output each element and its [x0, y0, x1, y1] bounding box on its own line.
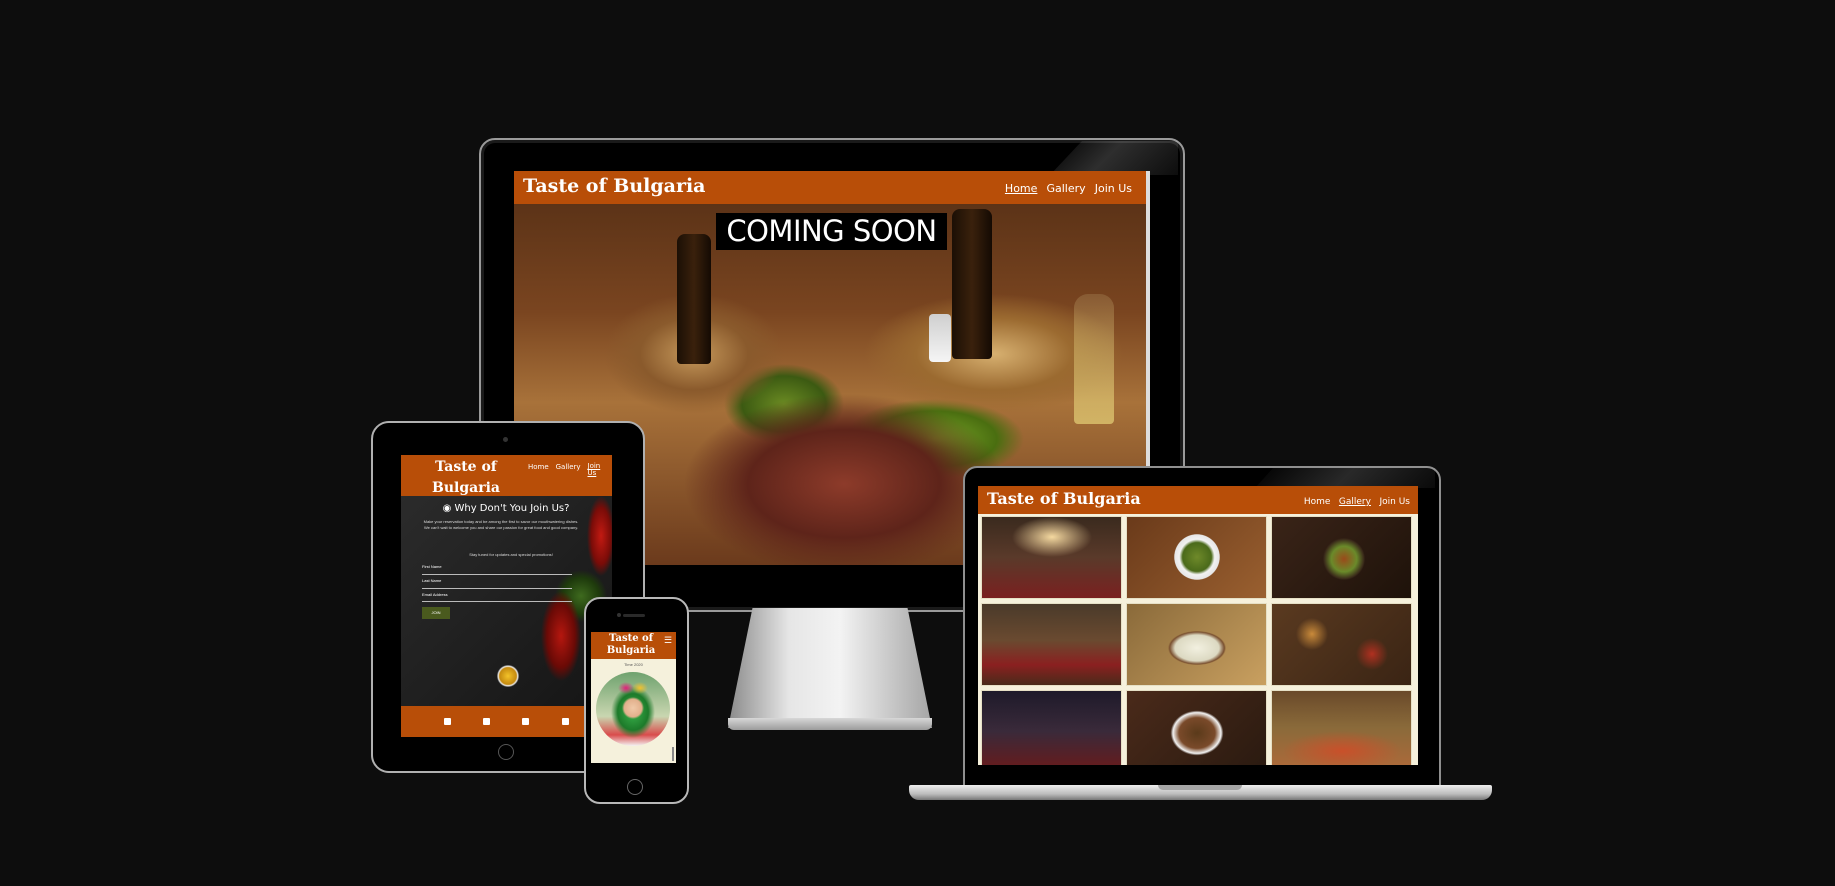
- laptop-glare: [1255, 468, 1435, 488]
- phone-brand-line2: Bulgaria: [606, 645, 656, 656]
- tablet-brand-logo[interactable]: Taste of Bulgaria: [431, 457, 501, 499]
- desktop-nav-join[interactable]: Join Us: [1095, 182, 1132, 195]
- tablet-header: Taste of Bulgaria Home Gallery Join Us: [401, 455, 612, 496]
- join-button[interactable]: JOIN: [422, 607, 450, 619]
- tablet-nav-home[interactable]: Home: [528, 463, 549, 471]
- laptop-brand-logo[interactable]: Taste of Bulgaria: [987, 489, 1141, 508]
- phone-camera: [617, 613, 621, 617]
- desktop-brand-logo[interactable]: Taste of Bulgaria: [523, 175, 706, 197]
- phone-screen: Taste of Bulgaria ☰ Time 2020: [591, 632, 676, 763]
- salt-shaker: [929, 314, 951, 362]
- instagram-icon[interactable]: [483, 718, 490, 725]
- wine-barrels-feast-photo[interactable]: [1271, 690, 1412, 765]
- monitor-stand-neck: [728, 608, 932, 728]
- salad-plate-photo[interactable]: [1126, 516, 1267, 599]
- tablet-nav-gallery[interactable]: Gallery: [556, 463, 581, 471]
- desktop-nav-home[interactable]: Home: [1005, 182, 1037, 195]
- first-name-field[interactable]: [422, 569, 572, 575]
- folk-dining-room-photo[interactable]: [981, 603, 1122, 686]
- tablet-join-form-section: ◉ Why Don't You Join Us? Make your reser…: [401, 496, 612, 706]
- laptop-header: Taste of Bulgaria Home Gallery Join Us: [978, 486, 1418, 514]
- eye-icon: ◉: [442, 503, 452, 514]
- tablet-brand-line1: Taste of: [435, 459, 497, 475]
- beer-bottle-left: [677, 234, 711, 364]
- tablet-nav-join[interactable]: Join Us: [588, 463, 601, 477]
- phone-brand-logo[interactable]: Taste of Bulgaria: [603, 633, 659, 657]
- folk-girl-portrait: [596, 672, 670, 746]
- tablet-join-heading: ◉ Why Don't You Join Us?: [421, 503, 591, 514]
- tablet-camera: [503, 437, 508, 442]
- laptop-screen: Taste of Bulgaria Home Gallery Join Us: [978, 486, 1418, 765]
- laptop-lid-notch: [1158, 785, 1242, 790]
- coming-soon-banner: COMING SOON: [716, 213, 947, 250]
- phone-home-button: [627, 779, 643, 795]
- cellar-room-photo[interactable]: [981, 690, 1122, 765]
- last-name-field[interactable]: [422, 583, 572, 589]
- laptop-nav-join[interactable]: Join Us: [1379, 497, 1410, 507]
- monitor-stand-foot: [728, 718, 932, 730]
- tablet-join-heading-text: Why Don't You Join Us?: [454, 503, 570, 514]
- desktop-header: Taste of Bulgaria Home Gallery Join Us: [514, 171, 1146, 204]
- stew-bowl-photo[interactable]: [1271, 516, 1412, 599]
- gallery-grid: [981, 516, 1415, 765]
- hamburger-menu-icon[interactable]: ☰: [664, 635, 672, 646]
- desktop-nav-gallery[interactable]: Gallery: [1046, 182, 1085, 195]
- phone-caption: Time 2020: [624, 662, 643, 667]
- wine-glass: [1074, 294, 1114, 424]
- laptop-nav-home[interactable]: Home: [1304, 497, 1331, 507]
- tablet-join-intro: Make your reservation today and be among…: [423, 519, 579, 530]
- stuffed-peppers-photo[interactable]: [1126, 690, 1267, 765]
- phone-scrollbar[interactable]: [672, 747, 674, 761]
- phone-speaker: [623, 614, 645, 617]
- beer-bottle-right: [952, 209, 992, 359]
- desktop-nav: Home Gallery Join Us: [999, 182, 1132, 195]
- youtube-icon[interactable]: [562, 718, 569, 725]
- appetizer-platter-photo[interactable]: [1271, 603, 1412, 686]
- email-field[interactable]: [422, 596, 572, 602]
- tablet-screen: Taste of Bulgaria Home Gallery Join Us ◉…: [401, 455, 612, 737]
- phone-header: Taste of Bulgaria ☰: [591, 632, 676, 659]
- tablet-stay-tuned: Stay tuned for updates and special promo…: [469, 552, 553, 557]
- tablet-home-button: [498, 744, 514, 760]
- yogurt-soup-photo[interactable]: [1126, 603, 1267, 686]
- laptop-nav: Home Gallery Join Us: [1298, 496, 1410, 507]
- tablet-footer: [401, 706, 612, 737]
- phone-brand-line1: Taste of: [608, 633, 654, 644]
- twitter-icon[interactable]: [522, 718, 529, 725]
- tablet-nav: Home Gallery Join Us: [528, 463, 605, 477]
- restaurant-interior-photo[interactable]: [981, 516, 1122, 599]
- laptop-nav-gallery[interactable]: Gallery: [1339, 497, 1371, 507]
- facebook-icon[interactable]: [444, 718, 451, 725]
